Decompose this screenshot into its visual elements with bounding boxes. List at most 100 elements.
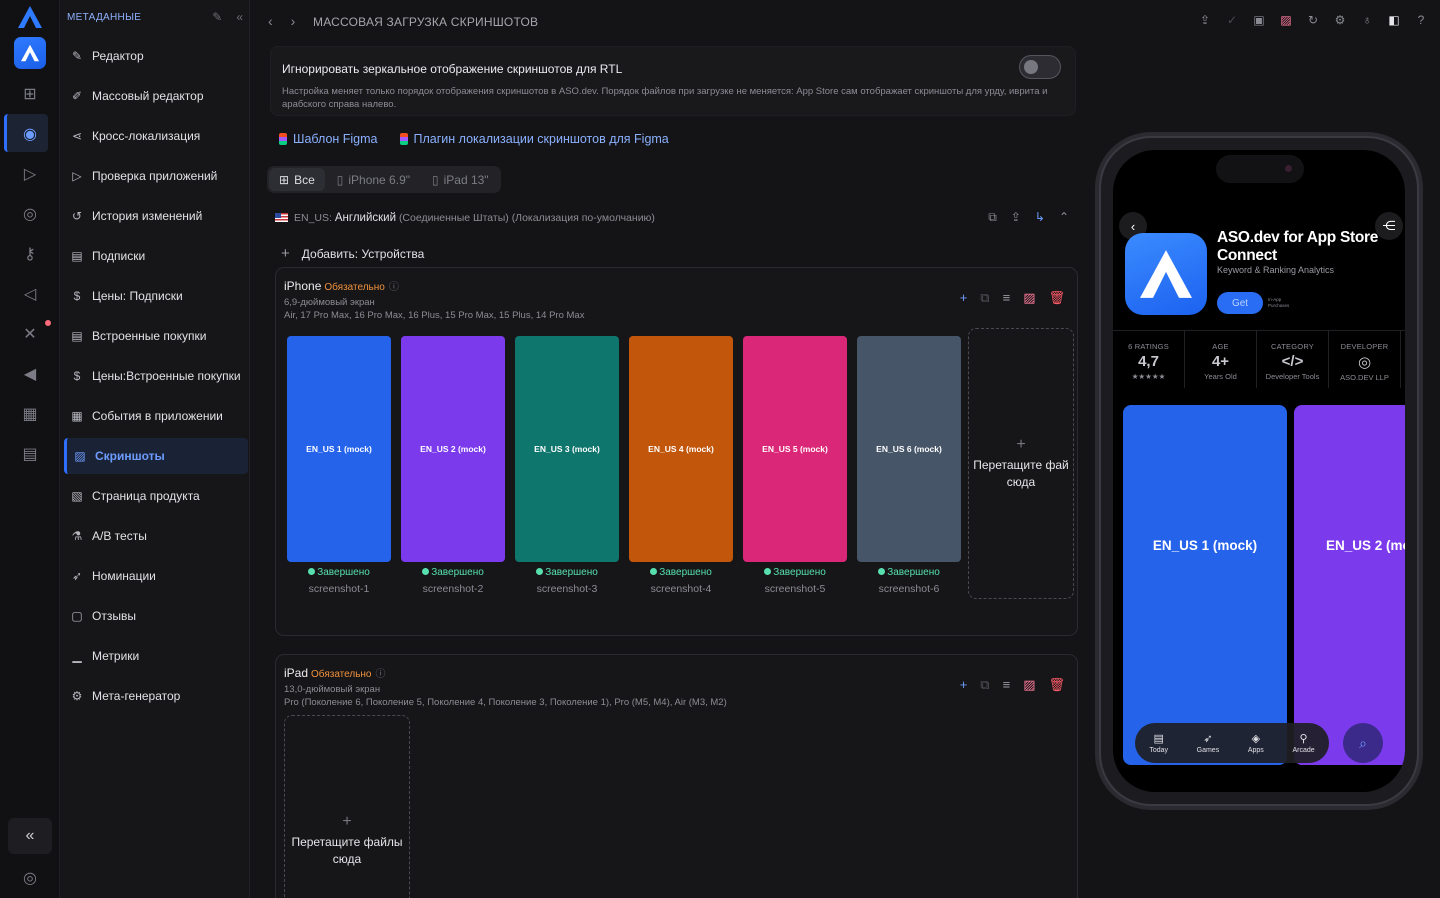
filter-iphone[interactable]: ▯ iPhone 6.9" <box>327 168 420 191</box>
sidebar-item[interactable]: ▨ Скриншоты <box>64 438 248 474</box>
refresh-icon[interactable]: ↻ <box>1306 13 1320 27</box>
play-icon[interactable]: ▷ <box>20 164 40 184</box>
screenshot-item[interactable]: EN_US 4 (mock) Завершено screenshot-4 <box>629 336 733 595</box>
sidebar-item[interactable]: ▷ Проверка приложений <box>64 158 248 194</box>
figma-icon <box>399 133 408 145</box>
get-button[interactable]: Get <box>1217 292 1263 314</box>
screenshot-item[interactable]: EN_US 5 (mock) Завершено screenshot-5 <box>743 336 847 595</box>
screenshot-item[interactable]: EN_US 6 (mock) Завершено screenshot-6 <box>857 336 961 595</box>
screenshot-thumbnail[interactable]: EN_US 5 (mock) <box>743 336 847 562</box>
sidebar-item[interactable]: ▢ Отзывы <box>64 598 248 634</box>
sidebar-item[interactable]: ▧ Страница продукта <box>64 478 248 514</box>
figma-plugin-link[interactable]: Плагин локализации скриншотов для Figma <box>399 132 669 146</box>
grid-icon[interactable]: ⊞ <box>20 84 40 104</box>
file-name: screenshot-4 <box>650 583 712 595</box>
sidebar-item[interactable]: ▁ Метрики <box>64 638 248 674</box>
menu-icon[interactable]: ≡ <box>1003 677 1011 693</box>
calendar-icon: ▦ <box>71 409 83 423</box>
sidebar-item[interactable]: ✐ Массовый редактор <box>64 78 248 114</box>
figma-icon <box>279 133 287 145</box>
sidebar-item[interactable]: ⋖ Кросс-локализация <box>64 118 248 154</box>
corner-arrow-icon[interactable]: ↳ <box>1035 210 1045 225</box>
images-icon: ▧ <box>71 489 83 503</box>
menu-icon[interactable]: ≡ <box>1003 290 1011 306</box>
help-icon[interactable]: ? <box>1414 13 1428 27</box>
copy-icon[interactable]: ⧉ <box>980 290 989 306</box>
check-icon[interactable]: ✓ <box>1225 13 1239 27</box>
save-icon[interactable]: ▣ <box>1252 13 1266 27</box>
upload-icon[interactable]: ⇪ <box>1011 210 1021 225</box>
forward-icon[interactable]: › <box>291 13 296 29</box>
tab-today[interactable]: ▤ Today <box>1149 732 1168 754</box>
tab-apps[interactable]: ◈ Apps <box>1248 732 1264 754</box>
trash-icon[interactable]: 🗑 <box>1048 677 1065 693</box>
ipad-drop-zone[interactable]: + Перетащите файлы сюда <box>284 715 410 898</box>
tab-arcade[interactable]: ⚲ Arcade <box>1292 732 1314 754</box>
tab-games[interactable]: ➶ Games <box>1197 732 1220 754</box>
sidebar-item[interactable]: ⚗ A/B тесты <box>64 518 248 554</box>
image-icon[interactable]: ▨ <box>1279 13 1293 27</box>
figma-template-link[interactable]: Шаблон Figma <box>279 132 378 146</box>
user-icon[interactable]: ◎ <box>20 868 40 888</box>
rocket-icon: ➶ <box>1203 733 1213 745</box>
screenshot-thumbnail[interactable]: EN_US 3 (mock) <box>515 336 619 562</box>
logo-icon[interactable] <box>17 5 43 29</box>
sidebar-item[interactable]: ▦ События в приложении <box>64 398 248 434</box>
sidebar-item[interactable]: ➶ Номинации <box>64 558 248 594</box>
sidebar-item[interactable]: ✎ Редактор <box>64 38 248 74</box>
chart-icon[interactable]: ▦ <box>20 404 40 424</box>
status-label: Завершено <box>317 567 370 578</box>
sidebar-item[interactable]: ▤ Подписки <box>64 238 248 274</box>
search-button[interactable]: ⌕ <box>1343 723 1383 763</box>
eye-icon[interactable]: ◎ <box>20 204 40 224</box>
screenshot-thumbnail[interactable]: EN_US 6 (mock) <box>857 336 961 562</box>
apple-icon[interactable]: ◉ <box>20 124 40 144</box>
megaphone-icon[interactable]: ◁ <box>20 284 40 304</box>
status-badge: Завершено <box>515 567 619 578</box>
bulb-icon[interactable]: ♁ <box>1360 13 1374 27</box>
sidebar-item[interactable]: ⚙ Мета-генератор <box>64 678 248 714</box>
filter-all[interactable]: ⊞ Все <box>269 168 325 191</box>
screenshot-item[interactable]: EN_US 3 (mock) Завершено screenshot-3 <box>515 336 619 595</box>
collapse-rail-button[interactable]: « <box>8 818 52 854</box>
chevron-up-icon[interactable]: ⌃ <box>1059 210 1069 225</box>
upload-icon[interactable]: ⇪ <box>1198 13 1212 27</box>
status-dot-icon <box>878 568 886 575</box>
tools-icon[interactable]: ✕ <box>20 324 40 344</box>
screenshot-thumbnail[interactable]: EN_US 1 (mock) <box>287 336 391 562</box>
plus-icon[interactable]: + <box>960 290 968 306</box>
panel-icon[interactable]: ◧ <box>1387 13 1401 27</box>
sidebar-item-label: Метрики <box>92 649 140 663</box>
stat-sub: Developer Tools <box>1265 372 1320 381</box>
key-icon[interactable]: ⚷ <box>20 244 40 264</box>
edit-icon[interactable]: ✎ <box>212 10 222 24</box>
screenshot-item[interactable]: EN_US 2 (mock) Завершено screenshot-2 <box>401 336 505 595</box>
iphone-drop-zone[interactable]: + Перетащите фай сюда <box>968 328 1074 599</box>
screenshot-thumbnail[interactable]: EN_US 2 (mock) <box>401 336 505 562</box>
plus-icon[interactable]: + <box>960 677 968 693</box>
screenshot-item[interactable]: EN_US 1 (mock) Завершено screenshot-1 <box>287 336 391 595</box>
filter-ipad[interactable]: ▯ iPad 13" <box>422 168 499 191</box>
help-icon[interactable]: ⓘ <box>376 669 386 680</box>
settings-icon[interactable]: ⚙ <box>1333 13 1347 27</box>
help-icon[interactable]: ⓘ <box>389 282 399 293</box>
trash-icon[interactable]: 🗑 <box>1048 290 1065 306</box>
add-devices-button[interactable]: + Добавить: Устройства <box>281 245 424 262</box>
image-icon[interactable]: ▨ <box>1023 677 1035 693</box>
sidebar-item[interactable]: $ Цены:Встроенные покупки <box>64 358 248 394</box>
copy-icon[interactable]: ⧉ <box>980 677 989 693</box>
collapse-sidebar-icon[interactable]: « <box>236 10 243 24</box>
speaker-icon[interactable]: ◀ <box>20 364 40 384</box>
joystick-icon: ⚲ <box>1299 733 1308 745</box>
image-icon[interactable]: ▨ <box>1023 290 1035 306</box>
sidebar-item[interactable]: $ Цены: Подписки <box>64 278 248 314</box>
screenshot-thumbnail[interactable]: EN_US 4 (mock) <box>629 336 733 562</box>
sidebar-item[interactable]: ▤ Встроенные покупки <box>64 318 248 354</box>
sidebar-item[interactable]: ↺ История изменений <box>64 198 248 234</box>
copy-icon[interactable]: ⧉ <box>988 210 997 225</box>
back-icon[interactable]: ‹ <box>268 13 273 29</box>
store-icon[interactable]: ▤ <box>20 444 40 464</box>
app-icon[interactable] <box>14 37 46 69</box>
rtl-toggle[interactable] <box>1019 55 1061 79</box>
sidebar-item-label: Подписки <box>92 249 146 263</box>
